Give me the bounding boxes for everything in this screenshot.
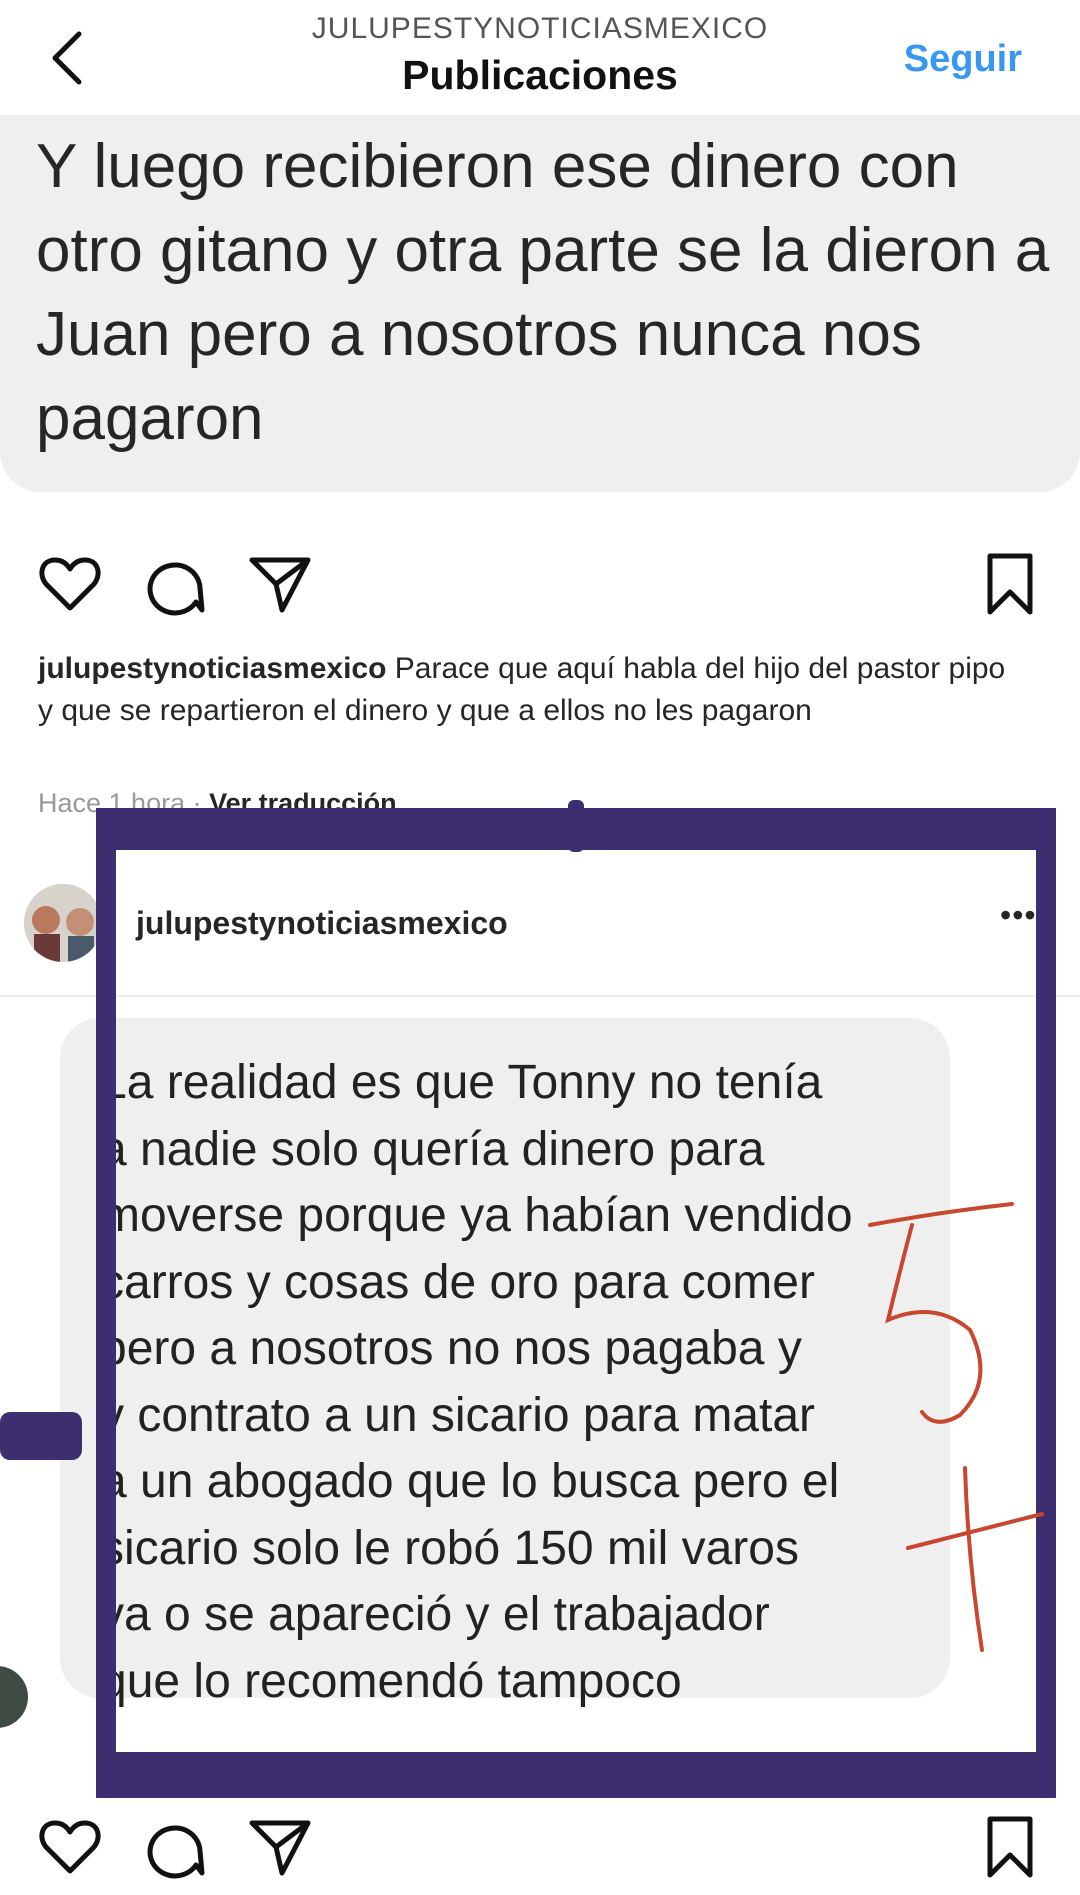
- comment-line: a nadie solo quería dinero para: [100, 1122, 765, 1176]
- comment-button[interactable]: [142, 552, 206, 616]
- highlight-frame-right: [1036, 808, 1056, 1798]
- comment-line: carros y cosas de oro para comer: [100, 1255, 815, 1309]
- heart-icon: [39, 557, 101, 611]
- send-icon: [249, 557, 311, 613]
- highlight-frame-tab: [568, 800, 584, 852]
- comment-line: sicario solo le robó 150 mil varos: [100, 1521, 799, 1575]
- comment-line: pero a nosotros no nos pagaba y: [100, 1322, 802, 1375]
- comment-line: La realidad es que Tonny no tenía: [100, 1056, 823, 1109]
- like-button[interactable]: [38, 552, 102, 616]
- save-button-2[interactable]: [978, 1815, 1042, 1879]
- save-button[interactable]: [978, 552, 1042, 616]
- divider: [0, 995, 1080, 997]
- post-actions: [0, 552, 1080, 632]
- comment-line: ya o se apareció y el trabajador: [100, 1588, 770, 1641]
- avatar-image: [24, 884, 102, 962]
- post-image-comment-bubble[interactable]: Y luego recibieron ese dinero con otro g…: [0, 115, 1080, 492]
- comment-line: a un abogado que lo busca pero el: [100, 1455, 840, 1508]
- caption-username[interactable]: julupestynoticiasmexico: [38, 652, 386, 685]
- share-button[interactable]: [248, 552, 312, 616]
- comment-line: y contrato a un sicario para matar: [100, 1388, 816, 1442]
- post-caption: julupestynoticiasmexico Parace que aquí …: [38, 648, 1018, 732]
- comment-icon: [147, 1825, 205, 1879]
- follow-button[interactable]: Seguir: [904, 38, 1022, 81]
- comment-lines: La realidad es que Tonny no tenía a nadi…: [100, 1050, 960, 1715]
- comment-line: moverse porque ya habían vendido: [100, 1189, 853, 1242]
- comment-line: que lo recomendó tampoco: [100, 1654, 682, 1708]
- floating-circle-button[interactable]: [0, 1666, 28, 1728]
- highlight-frame-left: [96, 808, 116, 1798]
- post-actions-2: [0, 1815, 1080, 1895]
- comment-text: Y luego recibieron ese dinero con otro g…: [36, 132, 1050, 453]
- more-options-button[interactable]: •••: [1000, 897, 1037, 934]
- comment-button-2[interactable]: [142, 1815, 206, 1879]
- send-icon: [249, 1820, 311, 1876]
- bookmark-icon: [987, 1816, 1033, 1878]
- like-button-2[interactable]: [38, 1815, 102, 1879]
- post-username[interactable]: julupestynoticiasmexico: [136, 905, 508, 942]
- bookmark-icon: [987, 553, 1033, 615]
- highlight-frame-bottom: [96, 1752, 1056, 1798]
- comment-icon: [147, 562, 205, 616]
- highlight-side-mark: [0, 1412, 82, 1460]
- avatar[interactable]: [24, 884, 102, 962]
- heart-icon: [39, 1820, 101, 1874]
- share-button-2[interactable]: [248, 1815, 312, 1879]
